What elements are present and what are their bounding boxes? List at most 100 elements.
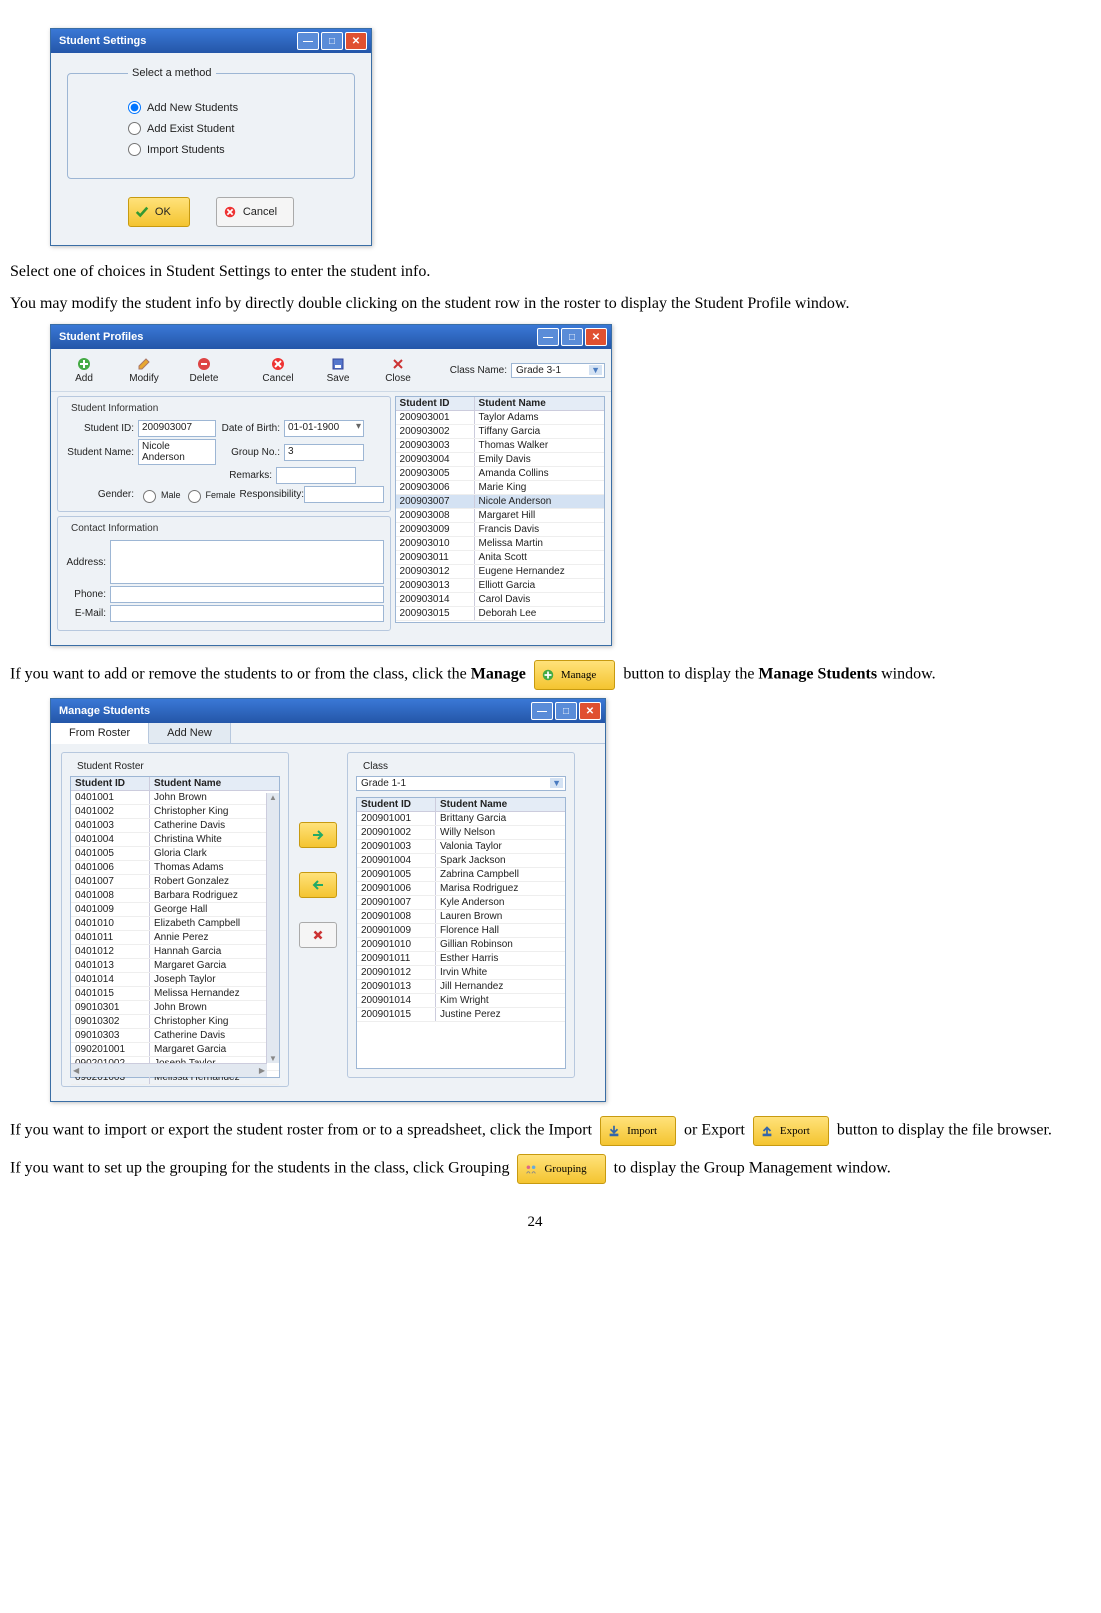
- move-left-button[interactable]: [299, 872, 337, 898]
- vertical-scrollbar[interactable]: [266, 793, 279, 1063]
- table-row[interactable]: 0401014Joseph Taylor: [71, 973, 279, 987]
- table-row[interactable]: 200901006Marisa Rodriguez: [357, 882, 565, 896]
- move-right-button[interactable]: [299, 822, 337, 848]
- minimize-button[interactable]: —: [297, 32, 319, 50]
- class-name-dropdown[interactable]: Grade 3-1: [511, 363, 605, 378]
- titlebar[interactable]: Student Settings — □ ✕: [51, 29, 371, 53]
- table-row[interactable]: 0401015Melissa Hernandez: [71, 987, 279, 1001]
- export-button[interactable]: Export: [753, 1116, 829, 1146]
- table-row[interactable]: 200901003Valonia Taylor: [357, 840, 565, 854]
- student-id-input[interactable]: 200903007: [138, 420, 216, 437]
- maximize-button[interactable]: □: [561, 328, 583, 346]
- table-row[interactable]: 200901014Kim Wright: [357, 994, 565, 1008]
- table-row[interactable]: 200903005Amanda Collins: [396, 467, 604, 481]
- table-row[interactable]: 09010302Christopher King: [71, 1015, 279, 1029]
- table-row[interactable]: 0401008Barbara Rodriguez: [71, 889, 279, 903]
- cancel-button[interactable]: Cancel: [216, 197, 294, 227]
- remarks-input[interactable]: [276, 467, 356, 484]
- student-name-input[interactable]: Nicole Anderson: [138, 439, 216, 465]
- table-row[interactable]: 200901008Lauren Brown: [357, 910, 565, 924]
- titlebar[interactable]: Manage Students — □ ✕: [51, 699, 605, 723]
- table-row[interactable]: 200903011Anita Scott: [396, 551, 604, 565]
- table-row[interactable]: 09010303Catherine Davis: [71, 1029, 279, 1043]
- table-row[interactable]: 200901015Justine Perez: [357, 1008, 565, 1022]
- table-row[interactable]: 0401013Margaret Garcia: [71, 959, 279, 973]
- titlebar[interactable]: Student Profiles — □ ✕: [51, 325, 611, 349]
- close-button[interactable]: ✕: [345, 32, 367, 50]
- table-row[interactable]: 200903013Elliott Garcia: [396, 579, 604, 593]
- table-row[interactable]: 200903009Francis Davis: [396, 523, 604, 537]
- phone-input[interactable]: [110, 586, 384, 603]
- table-row[interactable]: 200901007Kyle Anderson: [357, 896, 565, 910]
- radio-add-new-input[interactable]: [128, 101, 141, 114]
- profiles-student-list[interactable]: Student ID Student Name 200903001Taylor …: [395, 396, 605, 623]
- radio-add-new[interactable]: Add New Students: [128, 101, 344, 114]
- table-row[interactable]: 200901002Willy Nelson: [357, 826, 565, 840]
- table-row[interactable]: 200901001Brittany Garcia: [357, 812, 565, 826]
- table-row[interactable]: 200901009Florence Hall: [357, 924, 565, 938]
- toolbar-save[interactable]: Save: [311, 353, 365, 387]
- remove-button[interactable]: [299, 922, 337, 948]
- table-row[interactable]: 200903007Nicole Anderson: [396, 495, 604, 509]
- table-row[interactable]: 0401005Gloria Clark: [71, 847, 279, 861]
- table-row[interactable]: 200901011Esther Harris: [357, 952, 565, 966]
- table-row[interactable]: 090201001Margaret Garcia: [71, 1043, 279, 1057]
- group-no-input[interactable]: 3: [284, 444, 364, 461]
- table-row[interactable]: 09010301John Brown: [71, 1001, 279, 1015]
- dob-input[interactable]: 01-01-1900: [284, 420, 364, 437]
- toolbar-close[interactable]: Close: [371, 353, 425, 387]
- table-row[interactable]: 0401004Christina White: [71, 833, 279, 847]
- table-row[interactable]: 200901013Jill Hernandez: [357, 980, 565, 994]
- table-row[interactable]: 200901010Gillian Robinson: [357, 938, 565, 952]
- table-row[interactable]: 200903014Carol Davis: [396, 593, 604, 607]
- table-row[interactable]: 200901005Zabrina Campbell: [357, 868, 565, 882]
- minimize-button[interactable]: —: [531, 702, 553, 720]
- table-row[interactable]: 200903008Margaret Hill: [396, 509, 604, 523]
- table-row[interactable]: 200903010Melissa Martin: [396, 537, 604, 551]
- gender-male-radio[interactable]: [143, 490, 156, 503]
- email-input[interactable]: [110, 605, 384, 622]
- import-button[interactable]: Import: [600, 1116, 676, 1146]
- table-row[interactable]: 200903012Eugene Hernandez: [396, 565, 604, 579]
- table-row[interactable]: 0401011Annie Perez: [71, 931, 279, 945]
- grouping-button[interactable]: Grouping: [517, 1154, 605, 1184]
- table-row[interactable]: 200903003Thomas Walker: [396, 439, 604, 453]
- class-table[interactable]: Student ID Student Name 200901001Brittan…: [356, 797, 566, 1069]
- table-row[interactable]: 0401002Christopher King: [71, 805, 279, 819]
- close-button[interactable]: ✕: [579, 702, 601, 720]
- horizontal-scrollbar[interactable]: ◀▶: [71, 1063, 267, 1077]
- table-row[interactable]: 200903015Deborah Lee: [396, 607, 604, 621]
- table-row[interactable]: 0401006Thomas Adams: [71, 861, 279, 875]
- table-row[interactable]: 200901004Spark Jackson: [357, 854, 565, 868]
- maximize-button[interactable]: □: [321, 32, 343, 50]
- table-row[interactable]: 0401009George Hall: [71, 903, 279, 917]
- toolbar-delete[interactable]: Delete: [177, 353, 231, 387]
- table-row[interactable]: 200903004Emily Davis: [396, 453, 604, 467]
- table-row[interactable]: 200903002Tiffany Garcia: [396, 425, 604, 439]
- radio-add-exist[interactable]: Add Exist Student: [128, 122, 344, 135]
- toolbar-cancel[interactable]: Cancel: [251, 353, 305, 387]
- toolbar-modify[interactable]: Modify: [117, 353, 171, 387]
- table-row[interactable]: 200903006Marie King: [396, 481, 604, 495]
- table-row[interactable]: 0401007Robert Gonzalez: [71, 875, 279, 889]
- radio-import-input[interactable]: [128, 143, 141, 156]
- close-button[interactable]: ✕: [585, 328, 607, 346]
- tab-add-new[interactable]: Add New: [149, 723, 231, 743]
- toolbar-add[interactable]: Add: [57, 353, 111, 387]
- ok-button[interactable]: OK: [128, 197, 190, 227]
- table-row[interactable]: 0401001John Brown: [71, 791, 279, 805]
- tab-from-roster[interactable]: From Roster: [51, 723, 149, 744]
- address-input[interactable]: [110, 540, 384, 584]
- table-row[interactable]: 200901012Irvin White: [357, 966, 565, 980]
- manage-button[interactable]: Manage: [534, 660, 615, 690]
- responsibility-input[interactable]: [304, 486, 384, 503]
- table-row[interactable]: 0401003Catherine Davis: [71, 819, 279, 833]
- minimize-button[interactable]: —: [537, 328, 559, 346]
- table-row[interactable]: 0401010Elizabeth Campbell: [71, 917, 279, 931]
- radio-import[interactable]: Import Students: [128, 143, 344, 156]
- radio-add-exist-input[interactable]: [128, 122, 141, 135]
- gender-female-radio[interactable]: [188, 490, 201, 503]
- maximize-button[interactable]: □: [555, 702, 577, 720]
- roster-table[interactable]: Student ID Student Name 0401001John Brow…: [70, 776, 280, 1078]
- table-row[interactable]: 200903001Taylor Adams: [396, 411, 604, 425]
